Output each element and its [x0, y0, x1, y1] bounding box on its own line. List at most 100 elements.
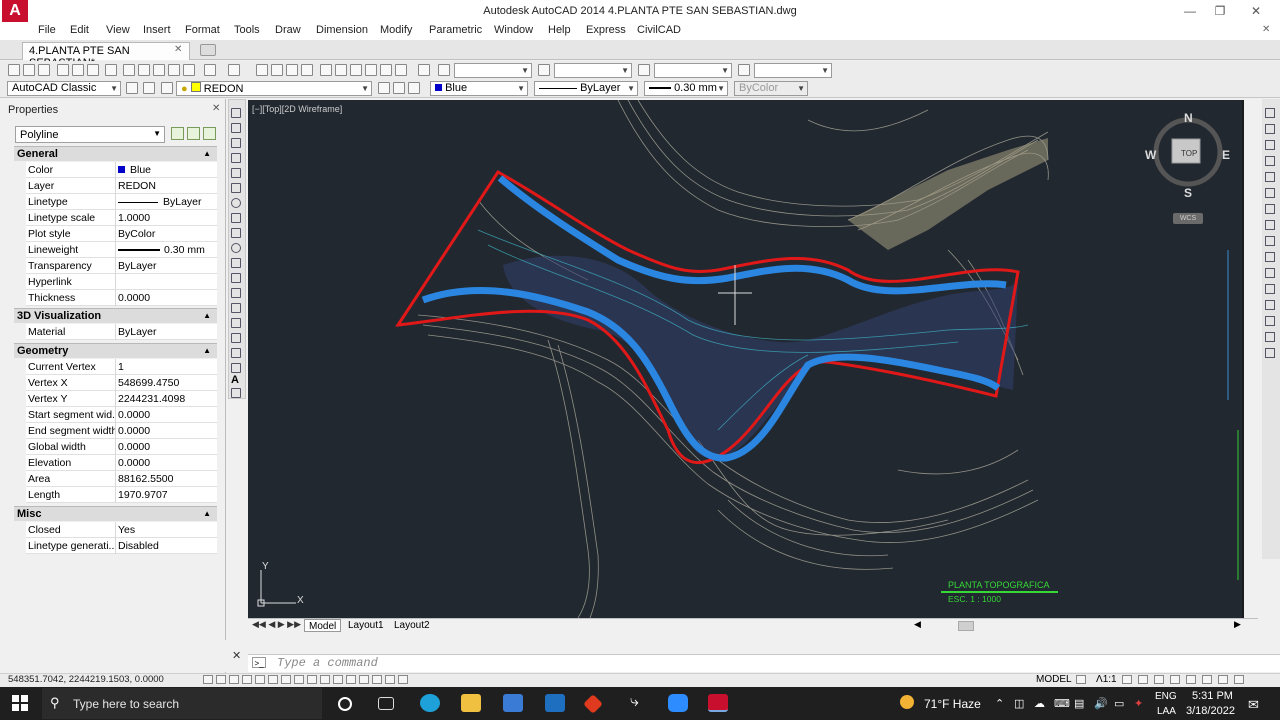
paste-icon[interactable] [153, 64, 165, 76]
insert-block-icon[interactable] [231, 273, 241, 283]
prop-row[interactable]: Vertex X 548699.4750 [26, 375, 217, 391]
prop-value[interactable]: 548699.4750 [115, 375, 217, 391]
prop-value[interactable]: REDON [115, 178, 217, 194]
arc-icon[interactable] [231, 183, 241, 193]
zoom-previous-icon[interactable] [301, 64, 313, 76]
spline-icon[interactable] [231, 228, 241, 238]
prop-row[interactable]: Plot style ByColor [26, 226, 217, 242]
prop-value[interactable]: 1970.9707 [115, 487, 217, 503]
section-3d-visualization[interactable]: 3D Visualization ▲ [14, 308, 217, 323]
quickcalc-icon[interactable] [395, 64, 407, 76]
menu-close-icon[interactable]: ✕ [1262, 24, 1270, 35]
revision-cloud-icon[interactable] [231, 213, 241, 223]
prop-row[interactable]: Color Blue [26, 162, 217, 178]
menu-express[interactable]: Express [586, 24, 626, 36]
cut-icon[interactable] [123, 64, 135, 76]
menu-dimension[interactable]: Dimension [316, 24, 368, 36]
menu-file[interactable]: File [38, 24, 56, 36]
store-icon[interactable] [503, 694, 523, 712]
new-icon[interactable] [8, 64, 20, 76]
zoom-icon[interactable] [668, 694, 688, 712]
polyline-icon[interactable] [231, 138, 241, 148]
point-icon[interactable] [231, 303, 241, 313]
prop-value[interactable]: ByLayer [115, 258, 217, 274]
sheet-set-icon[interactable] [365, 64, 377, 76]
menu-parametric[interactable]: Parametric [429, 24, 482, 36]
multileader-style-icon[interactable] [738, 64, 750, 76]
prop-value[interactable]: 0.0000 [115, 407, 217, 423]
multiline-text-icon[interactable]: A [231, 374, 239, 386]
clock-date[interactable]: 3/18/2022 [1186, 705, 1235, 717]
add-selected-icon[interactable] [231, 388, 241, 398]
prop-row[interactable]: Layer REDON [26, 178, 217, 194]
viewport-controls[interactable]: [−][Top][2D Wireframe] [252, 104, 342, 114]
dim-style-select[interactable]: ▼ [554, 63, 632, 78]
prop-value[interactable]: 1.0000 [115, 210, 217, 226]
onedrive-icon[interactable]: ☁ [1034, 697, 1045, 710]
command-input[interactable] [248, 654, 1280, 672]
toggle-pickadd-icon[interactable] [171, 127, 184, 140]
prop-row[interactable]: Global width 0.0000 [26, 439, 217, 455]
tool-palettes-icon[interactable] [350, 64, 362, 76]
copy-object-icon[interactable] [1265, 124, 1275, 134]
block-editor-icon[interactable] [183, 64, 195, 76]
dim-style-icon[interactable] [538, 64, 550, 76]
make-block-icon[interactable] [231, 288, 241, 298]
open-icon[interactable] [23, 64, 35, 76]
save-icon[interactable] [38, 64, 50, 76]
gear-icon[interactable] [143, 82, 155, 94]
line-icon[interactable] [231, 108, 241, 118]
properties-icon[interactable] [320, 64, 332, 76]
menu-help[interactable]: Help [548, 24, 571, 36]
join-icon[interactable] [1265, 300, 1275, 310]
polar-tracking-icon[interactable] [255, 675, 265, 684]
layer-manager-icon[interactable] [161, 82, 173, 94]
undo-icon[interactable] [204, 64, 216, 76]
quick-select-icon[interactable] [203, 127, 216, 140]
prop-row[interactable]: Hyperlink [26, 274, 217, 290]
prop-value[interactable]: ByColor [115, 226, 217, 242]
select-objects-icon[interactable] [187, 127, 200, 140]
rotate-icon[interactable] [1265, 204, 1275, 214]
fillet-icon[interactable] [1265, 332, 1275, 342]
lineweight-toggle-icon[interactable] [333, 675, 343, 684]
ortho-mode-icon[interactable] [242, 675, 252, 684]
prop-row[interactable]: Linetype scale 1.0000 [26, 210, 217, 226]
isolate-objects-icon[interactable] [1202, 675, 1212, 684]
object-type-select[interactable]: Polyline ▼ [15, 126, 165, 143]
prop-value[interactable]: 2244231.4098 [115, 391, 217, 407]
prop-value[interactable]: 0.30 mm [115, 242, 217, 258]
prop-value[interactable]: 0.0000 [115, 423, 217, 439]
prop-value[interactable]: 0.0000 [115, 455, 217, 471]
language-secondary[interactable]: LAA [1157, 706, 1176, 717]
hatch-icon[interactable] [231, 318, 241, 328]
help-icon[interactable] [418, 64, 430, 76]
transparency-toggle-icon[interactable] [346, 675, 356, 684]
volume-icon[interactable]: 🔊 [1094, 697, 1108, 710]
match-properties-icon[interactable] [168, 64, 180, 76]
tab-model[interactable]: Model [304, 619, 342, 632]
new-tab-icon[interactable] [200, 44, 216, 56]
clock-time[interactable]: 5:31 PM [1192, 690, 1233, 702]
command-prompt-icon[interactable]: >_ [252, 657, 266, 668]
prop-value[interactable]: 0.0000 [115, 439, 217, 455]
snap-mode-icon[interactable] [216, 675, 226, 684]
array-icon[interactable] [1265, 172, 1275, 182]
prop-row[interactable]: Start segment wid... 0.0000 [26, 407, 217, 423]
prop-value[interactable]: Disabled [115, 538, 217, 554]
stretch-icon[interactable] [1265, 236, 1275, 246]
circle-icon[interactable] [231, 198, 241, 208]
infer-constraints-icon[interactable] [203, 675, 213, 684]
chamfer-icon[interactable] [1265, 316, 1275, 326]
menu-view[interactable]: View [106, 24, 130, 36]
polygon-icon[interactable] [231, 153, 241, 163]
notifications-icon[interactable]: ✉ [1248, 697, 1259, 713]
drawing-area[interactable]: PLANTA TOPOGRAFICA ESC. 1 : 1000 Y X [248, 100, 1243, 618]
hardware-acceleration-icon[interactable] [1186, 675, 1196, 684]
tab-close-icon[interactable]: ✕ [174, 44, 182, 55]
prop-value[interactable]: ByLayer [115, 324, 217, 340]
prop-row[interactable]: Transparency ByLayer [26, 258, 217, 274]
viewcube-west[interactable]: W [1145, 148, 1156, 162]
edge-icon[interactable] [420, 694, 440, 712]
palette-close-icon[interactable]: ✕ [212, 103, 220, 114]
